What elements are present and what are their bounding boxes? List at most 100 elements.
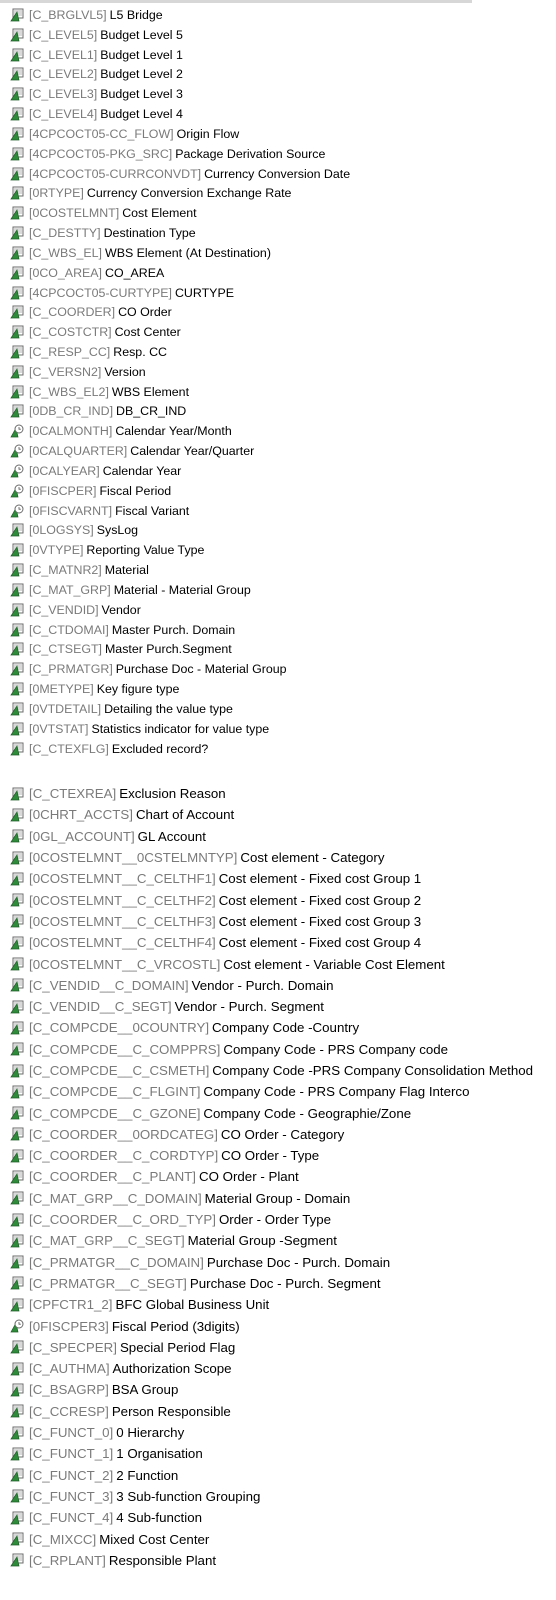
list-item[interactable]: [C_COMPCDE__C_COMPPRS] Company Code - PRS… [0,1039,533,1060]
list-item[interactable]: [C_VENDID__C_SEGT] Vendor - Purch. Segmen… [0,996,533,1017]
technical-name: [C_PRMATGR__C_DOMAIN] [29,1254,204,1270]
description: Fiscal Period [99,483,172,498]
technical-name: [C_VERSN2] [29,364,102,379]
list-item[interactable]: [0CHRT_ACCTS] Chart of Account [0,804,533,825]
list-item[interactable]: [0METYPE] Key figure type [0,679,350,699]
list-item[interactable]: [0CALQUARTER] Calendar Year/Quarter [0,441,350,461]
list-item[interactable]: [0FISCVARNT] Fiscal Variant [0,501,350,521]
list-item[interactable]: [C_MAT_GRP__C_DOMAIN] Material Group - Do… [0,1188,533,1209]
characteristic-icon [10,893,24,907]
list-item[interactable]: [C_CTEXREA] Exclusion Reason [0,783,533,804]
characteristic-icon [10,851,24,865]
top-divider [0,0,472,3]
list-item[interactable]: [C_COMPCDE__C_GZONE] Company Code - Geogr… [0,1102,533,1123]
list-item[interactable]: [C_LEVEL3] Budget Level 3 [0,84,350,104]
list-item[interactable]: [C_COORDER__0ORDCATEG] CO Order - Categor… [0,1124,533,1145]
list-item[interactable]: [0COSTELMNT] Cost Element [0,203,350,223]
description: Budget Level 3 [100,87,183,102]
list-item[interactable]: [C_DESTTY] Destination Type [0,223,350,243]
list-item[interactable]: [C_CTDOMAI] Master Purch. Domain [0,620,350,640]
list-item[interactable]: [4CPCOCT05-CURRCONVDT] Currency Conversio… [0,164,350,184]
list-item[interactable]: [C_VERSN2] Version [0,362,350,382]
list-item[interactable]: [0COSTELMNT__C_VRCOSTL] Cost element - Va… [0,953,533,974]
list-item[interactable]: [4CPCOCT05-CURTYPE] CURTYPE [0,283,350,303]
list-item[interactable]: [0LOGSYS] SysLog [0,521,350,541]
list-item[interactable]: [0VTYPE] Reporting Value Type [0,540,350,560]
list-item[interactable]: [C_LEVEL5] Budget Level 5 [0,25,350,45]
list-item[interactable]: [C_CCRESP] Person Responsible [0,1401,533,1422]
list-item[interactable]: [C_CTSEGT] Master Purch.Segment [0,640,350,660]
list-item[interactable]: [C_BRGLVL5] L5 Bridge [0,5,350,25]
list-item[interactable]: [C_MAT_GRP__C_SEGT] Material Group -Segme… [0,1230,533,1251]
description: 3 Sub-function Grouping [116,1488,261,1504]
list-item[interactable]: [C_LEVEL2] Budget Level 2 [0,64,350,84]
list-item[interactable]: [C_RPLANT] Responsible Plant [0,1550,533,1571]
characteristic-icon [10,365,24,379]
list-item[interactable]: [C_MAT_GRP] Material - Material Group [0,580,350,600]
description: Material - Material Group [113,582,251,597]
list-item[interactable]: [0FISCPER] Fiscal Period [0,481,350,501]
list-item[interactable]: [4CPCOCT05-PKG_SRC] Package Derivation So… [0,144,350,164]
list-item[interactable]: [C_WBS_EL2] WBS Element [0,382,350,402]
list-item[interactable]: [C_AUTHMA] Authorization Scope [0,1358,533,1379]
list-item[interactable]: [0VTDETAIL] Detailing the value type [0,699,350,719]
list-item[interactable]: [C_COORDER__C_CORDTYP] CO Order - Type [0,1145,533,1166]
technical-name: [4CPCOCT05-PKG_SRC] [29,146,173,161]
list-item[interactable]: [0DB_CR_IND] DB_CR_IND [0,402,350,422]
list-item[interactable]: [CPFCTR1_2] BFC Global Business Unit [0,1294,533,1315]
list-item[interactable]: [C_PRMATGR__C_DOMAIN] Purchase Doc - Purc… [0,1252,533,1273]
description: Authorization Scope [112,1361,232,1377]
list-item[interactable]: [C_FUNCT_0] 0 Hierarchy [0,1422,533,1443]
list-item[interactable]: [0COSTELMNT__C_CELTHF1] Cost element - Fi… [0,868,533,889]
list-item[interactable]: [0COSTELMNT__C_CELTHF4] Cost element - Fi… [0,932,533,953]
list-item[interactable]: [C_COSTCTR] Cost Center [0,322,350,342]
list-item[interactable]: [0CO_AREA] CO_AREA [0,263,350,283]
list-item[interactable]: [0GL_ACCOUNT] GL Account [0,826,533,847]
list-item[interactable]: [C_FUNCT_2] 2 Function [0,1465,533,1486]
technical-name: [C_COMPCDE__C_CSMETH] [29,1063,210,1078]
list-item[interactable]: [C_FUNCT_1] 1 Organisation [0,1443,533,1464]
list-item[interactable]: [C_MIXCC] Mixed Cost Center [0,1528,533,1549]
description: CO_AREA [105,265,165,280]
list-item[interactable]: [C_CTEXFLG] Excluded record? [0,739,350,759]
description: DB_CR_IND [116,404,187,419]
technical-name: [0COSTELMNT__C_CELTHF3] [29,913,216,929]
list-item[interactable]: [C_COORDER__C_PLANT] CO Order - Plant [0,1166,533,1187]
list-item[interactable]: [C_COMPCDE__0COUNTRY] Company Code -Count… [0,1017,533,1038]
list-item[interactable]: [C_COMPCDE__C_FLGINT] Company Code - PRS … [0,1081,533,1102]
list-item[interactable]: [C_SPECPER] Special Period Flag [0,1337,533,1358]
list-item[interactable]: [0FISCPER3] Fiscal Period (3digits) [0,1315,533,1336]
characteristic-icon [10,1106,24,1120]
list-item[interactable]: [C_COORDER] CO Order [0,302,350,322]
list-item[interactable]: [0VTSTAT] Statistics indicator for value … [0,719,350,739]
list-item[interactable]: [C_FUNCT_4] 4 Sub-function [0,1507,533,1528]
technical-name: [C_COORDER] [29,305,116,320]
list-item[interactable]: [C_PRMATGR] Purchase Doc - Material Group [0,659,350,679]
list-item[interactable]: [C_FUNCT_3] 3 Sub-function Grouping [0,1486,533,1507]
list-item[interactable]: [0COSTELMNT__0CSTELMNTYP] Cost element - … [0,847,533,868]
list-item[interactable]: [C_LEVEL4] Budget Level 4 [0,104,350,124]
list-item[interactable]: [C_BSAGRP] BSA Group [0,1379,533,1400]
list-item[interactable]: [4CPCOCT05-CC_FLOW] Origin Flow [0,124,350,144]
description: Budget Level 1 [100,47,183,62]
characteristic-icon [10,642,24,656]
list-item[interactable]: [C_COMPCDE__C_CSMETH] Company Code -PRS C… [0,1060,533,1081]
list-item[interactable]: [0CALMONTH] Calendar Year/Month [0,421,350,441]
list-item[interactable]: [C_LEVEL1] Budget Level 1 [0,45,350,65]
characteristic-icon [10,147,24,161]
list-item[interactable]: [C_PRMATGR__C_SEGT] Purchase Doc - Purch.… [0,1273,533,1294]
technical-name: [C_BSAGRP] [29,1382,109,1398]
description: BFC Global Business Unit [115,1297,270,1313]
technical-name: [0COSTELMNT__C_CELTHF4] [29,935,216,951]
list-item[interactable]: [C_COORDER__C_ORD_TYP] Order - Order Type [0,1209,533,1230]
list-item[interactable]: [C_RESP_CC] Resp. CC [0,342,350,362]
list-item[interactable]: [0RTYPE] Currency Conversion Exchange Rat… [0,183,350,203]
list-item[interactable]: [C_WBS_EL] WBS Element (At Destination) [0,243,350,263]
list-item[interactable]: [0COSTELMNT__C_CELTHF2] Cost element - Fi… [0,889,533,910]
list-item[interactable]: [0CALYEAR] Calendar Year [0,461,350,481]
characteristic-icon [10,563,24,577]
list-item[interactable]: [C_VENDID] Vendor [0,600,350,620]
list-item[interactable]: [C_MATNR2] Material [0,560,350,580]
list-item[interactable]: [0COSTELMNT__C_CELTHF3] Cost element - Fi… [0,911,533,932]
list-item[interactable]: [C_VENDID__C_DOMAIN] Vendor - Purch. Doma… [0,975,533,996]
